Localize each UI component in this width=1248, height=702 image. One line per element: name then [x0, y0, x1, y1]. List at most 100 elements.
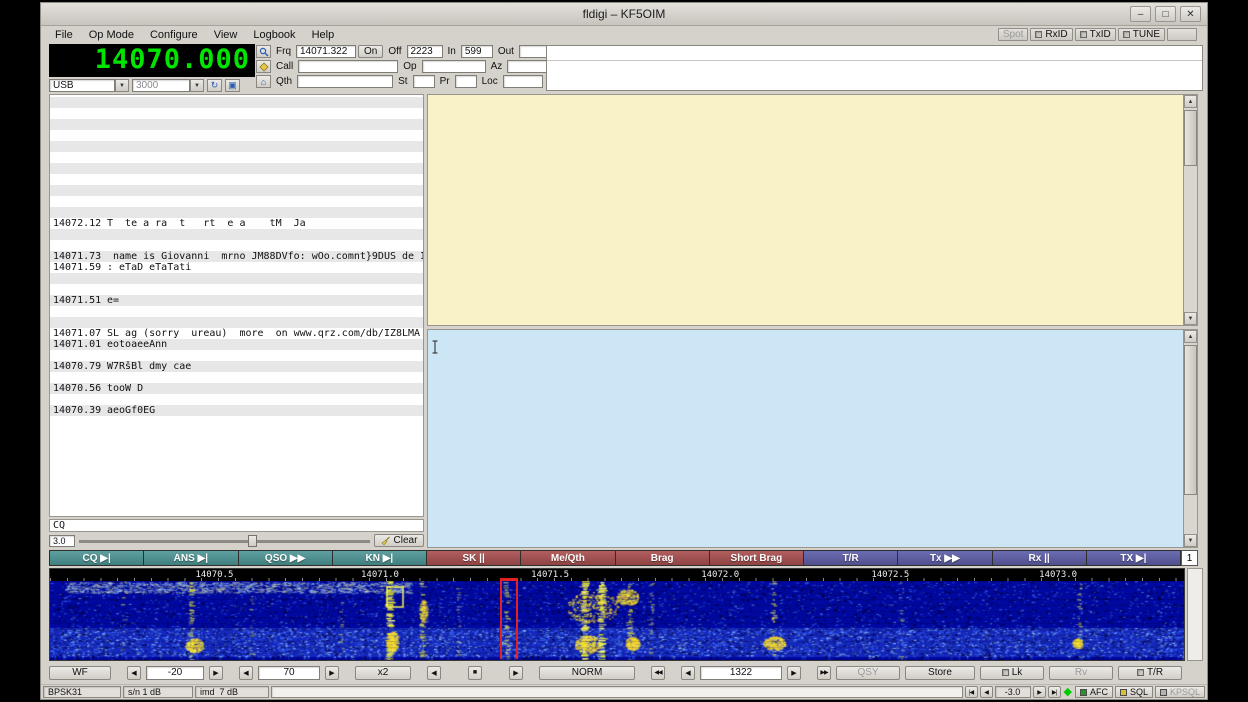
macro-button-sk[interactable]: SK ||: [427, 550, 521, 566]
home-icon-button[interactable]: ⌂: [256, 75, 271, 88]
frq-input[interactable]: 14071.322: [296, 45, 356, 58]
adj-prev-button[interactable]: ◀: [980, 686, 993, 698]
adj-value[interactable]: -3.0: [995, 686, 1031, 698]
menu-item-file[interactable]: File: [47, 28, 81, 42]
browser-row[interactable]: 14071.51e=: [53, 295, 423, 306]
call-input[interactable]: [298, 60, 398, 73]
in-input[interactable]: 599: [461, 45, 493, 58]
blank-button[interactable]: [1167, 28, 1197, 41]
pr-input[interactable]: [455, 75, 477, 88]
grid-icon-button[interactable]: ▣: [225, 79, 240, 92]
az-input[interactable]: [507, 60, 547, 73]
sig-level-value[interactable]: -20: [146, 666, 204, 680]
scroll-down-button[interactable]: ▼: [1184, 534, 1197, 547]
sig-range-inc-button[interactable]: ▶: [325, 666, 339, 680]
scroll-up-button[interactable]: ▲: [1184, 95, 1197, 108]
macro-button-tx[interactable]: Tx ▶▶: [898, 550, 992, 566]
off-input[interactable]: 2223: [407, 45, 443, 58]
tx-scrollbar[interactable]: ▲ ▼: [1183, 330, 1197, 547]
bandwidth-select[interactable]: 3000 ▼: [132, 79, 204, 92]
macro-button-qso[interactable]: QSO ▶▶: [239, 550, 333, 566]
menu-item-configure[interactable]: Configure: [142, 28, 206, 42]
sig-level-inc-button[interactable]: ▶: [209, 666, 223, 680]
close-button[interactable]: ✕: [1180, 6, 1201, 22]
menu-item-help[interactable]: Help: [304, 28, 343, 42]
mode-status-button[interactable]: BPSK31: [43, 686, 121, 698]
browser-row[interactable]: 14071.01eotoaeeAnn: [53, 339, 423, 350]
scrollbar-thumb[interactable]: [1184, 110, 1197, 166]
browser-row[interactable]: 14070.56tooW D: [53, 383, 423, 394]
browser-row[interactable]: 14072.12T te a ra t rt e a tM Ja: [53, 218, 423, 229]
adj-next-button[interactable]: ▶: [1033, 686, 1046, 698]
spot-toggle[interactable]: Spot: [998, 28, 1029, 41]
squelch-value[interactable]: 3.0: [49, 535, 75, 547]
carrier-dec-fast-button[interactable]: ◀◀: [651, 666, 665, 680]
browser-row[interactable]: 14071.07SL ag (sorry ureau) more on www.…: [53, 328, 423, 339]
macro-set-button[interactable]: 1: [1181, 550, 1198, 566]
adj-last-button[interactable]: ▶|: [1048, 686, 1061, 698]
store-button[interactable]: Store: [905, 666, 975, 680]
scroll-up-button[interactable]: ▲: [1184, 330, 1197, 343]
tag-icon-button[interactable]: [256, 60, 271, 73]
cursor-line-right[interactable]: [516, 578, 518, 659]
log-notes-panel[interactable]: [546, 45, 1203, 91]
sig-range-value[interactable]: 70: [258, 666, 320, 680]
on-button[interactable]: On: [358, 45, 383, 58]
zoom-x2-button[interactable]: x2: [355, 666, 411, 680]
macro-button-tr[interactable]: T/R: [804, 550, 898, 566]
macro-button-kn[interactable]: KN ▶|: [333, 550, 427, 566]
lock-toggle[interactable]: Lk: [980, 666, 1044, 680]
tune-toggle[interactable]: TUNE: [1118, 28, 1165, 41]
reverse-button[interactable]: Rv: [1049, 666, 1113, 680]
macro-button-tx2[interactable]: TX ▶|: [1087, 550, 1181, 566]
carrier-value[interactable]: 1322: [700, 666, 782, 680]
browser-row[interactable]: 14071.73 name is Giovanni mrno JM88DVfo:…: [53, 251, 423, 262]
menu-item-logbook[interactable]: Logbook: [245, 28, 303, 42]
macro-button-me-qth[interactable]: Me/Qth: [521, 550, 615, 566]
waterfall-canvas[interactable]: [50, 581, 1184, 660]
frequency-display[interactable]: 14070.000: [49, 44, 255, 77]
browser-row[interactable]: 14071.59: eTaD eTaTati: [53, 262, 423, 273]
browser-row[interactable]: 14070.39aeoGf0EG: [53, 405, 423, 416]
sql-toggle[interactable]: SQL: [1115, 686, 1153, 698]
norm-speed-button[interactable]: NORM: [539, 666, 635, 680]
qsy-button[interactable]: QSY: [836, 666, 900, 680]
kpsql-toggle[interactable]: KPSQL: [1155, 686, 1205, 698]
mode-select[interactable]: USB ▼: [49, 79, 129, 92]
menu-item-op-mode[interactable]: Op Mode: [81, 28, 142, 42]
tx-input-line[interactable]: CQ: [49, 519, 424, 532]
scrollbar-track[interactable]: [1184, 343, 1197, 534]
wf-shift-left-button[interactable]: ◀: [427, 666, 441, 680]
op-input[interactable]: [422, 60, 486, 73]
st-input[interactable]: [413, 75, 435, 88]
macro-button-short-brag[interactable]: Short Brag: [710, 550, 804, 566]
clear-button[interactable]: Clear: [374, 534, 424, 547]
rxid-toggle[interactable]: RxID: [1030, 28, 1072, 41]
txid-toggle[interactable]: TxID: [1075, 28, 1116, 41]
carrier-dec-button[interactable]: ◀: [681, 666, 695, 680]
minimize-button[interactable]: –: [1130, 6, 1151, 22]
menu-item-view[interactable]: View: [206, 28, 246, 42]
search-icon-button[interactable]: [256, 45, 271, 58]
carrier-inc-button[interactable]: ▶: [787, 666, 801, 680]
squelch-slider[interactable]: [77, 535, 372, 547]
adj-first-button[interactable]: |◀: [965, 686, 978, 698]
sig-range-dec-button[interactable]: ◀: [239, 666, 253, 680]
browser-row[interactable]: 14070.79W7RšBl dmy cae: [53, 361, 423, 372]
rx-scrollbar[interactable]: ▲ ▼: [1183, 95, 1197, 325]
macro-button-ans[interactable]: ANS ▶|: [144, 550, 238, 566]
scroll-down-button[interactable]: ▼: [1184, 312, 1197, 325]
maximize-button[interactable]: □: [1155, 6, 1176, 22]
tx-text-panel[interactable]: ▲ ▼: [427, 329, 1198, 548]
scrollbar-track[interactable]: [1184, 108, 1197, 312]
txrx-toggle[interactable]: T/R: [1118, 666, 1182, 680]
afc-toggle[interactable]: AFC: [1075, 686, 1113, 698]
wf-shift-right-button[interactable]: ▶: [509, 666, 523, 680]
macro-button-brag[interactable]: Brag: [616, 550, 710, 566]
cursor-line-left[interactable]: [500, 578, 502, 659]
carrier-inc-fast-button[interactable]: ▶▶: [817, 666, 831, 680]
macro-button-rx[interactable]: Rx ||: [993, 550, 1087, 566]
dropdown-arrow-icon[interactable]: ▼: [190, 79, 204, 92]
macro-button-cq[interactable]: CQ ▶|: [49, 550, 144, 566]
qth-input[interactable]: [297, 75, 393, 88]
